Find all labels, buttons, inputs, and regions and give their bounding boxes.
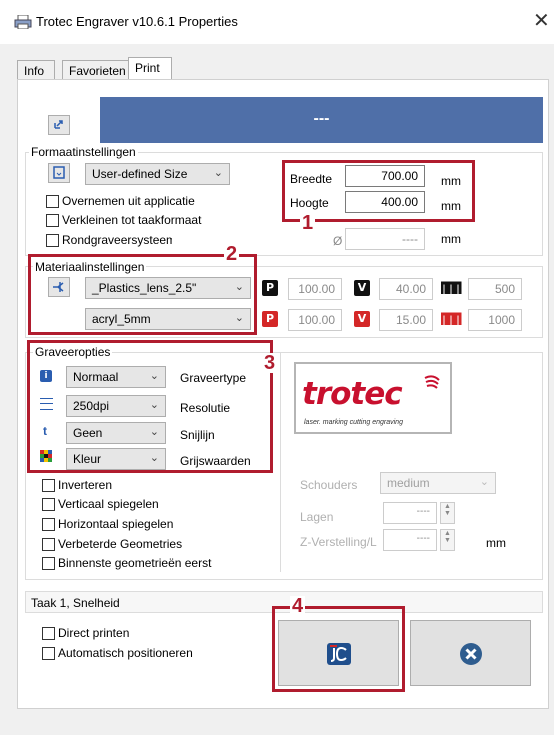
diameter-unit: mm	[441, 232, 461, 246]
annotation-box-4	[272, 606, 405, 692]
velocity-input-1[interactable]: 40.00	[379, 278, 433, 300]
checkbox-inverteren[interactable]	[42, 479, 55, 492]
checkbox-auto-position[interactable]	[42, 647, 55, 660]
size-select-value: User-defined Size	[92, 167, 188, 181]
logo-wordmark: trotec	[302, 376, 403, 412]
status-bar: ---	[100, 97, 543, 143]
annotation-number-3: 3	[262, 352, 278, 374]
annotation-box-3	[27, 340, 273, 473]
checkbox-binnenste[interactable]	[42, 557, 55, 570]
tab-info[interactable]: Info	[17, 60, 55, 80]
chevron-down-icon: ⌄	[479, 475, 489, 488]
frequency-input-2[interactable]: 1000	[468, 309, 522, 331]
checkbox-direct-printen[interactable]	[42, 627, 55, 640]
logo-subtitle: laser. marking cutting engraving	[304, 419, 403, 426]
checkbox-horizontaal-label: Horizontaal spiegelen	[58, 517, 174, 531]
frequency-icon-red	[440, 311, 463, 327]
tab-favorieten[interactable]: Favorieten	[62, 60, 134, 80]
engrave-divider	[280, 352, 281, 572]
chevron-down-icon: ⌄	[213, 166, 223, 179]
frequency-icon	[440, 280, 463, 296]
close-icon[interactable]: ✕	[533, 8, 550, 32]
tab-print[interactable]: Print	[128, 57, 172, 81]
logo-swoosh-icon	[424, 375, 440, 389]
velocity-icon: V	[354, 280, 370, 296]
velocity-icon-red: V	[354, 311, 370, 327]
checkbox-auto-position-label: Automatisch positioneren	[58, 646, 193, 660]
page-size-button[interactable]	[48, 163, 70, 183]
checkbox-horizontaal[interactable]	[42, 518, 55, 531]
power-icon-red: P	[262, 311, 278, 327]
power-input-2[interactable]: 100.00	[288, 309, 342, 331]
velocity-input-2[interactable]: 15.00	[379, 309, 433, 331]
layers-input[interactable]: ----	[383, 502, 437, 524]
z-input[interactable]: ----	[383, 529, 437, 551]
checkbox-verticaal[interactable]	[42, 498, 55, 511]
checkbox-inverteren-label: Inverteren	[58, 478, 113, 492]
size-select[interactable]: User-defined Size ⌄	[85, 163, 230, 185]
checkbox-overnemen[interactable]	[46, 195, 59, 208]
checkbox-verkleinen[interactable]	[46, 214, 59, 227]
checkbox-verticaal-label: Verticaal spiegelen	[58, 497, 159, 511]
printer-icon	[14, 15, 32, 29]
checkbox-verkleinen-label: Verkleinen tot taakformaat	[62, 213, 202, 227]
cancel-button[interactable]	[410, 620, 531, 686]
checkbox-binnenste-label: Binnenste geometrieën eerst	[58, 556, 212, 570]
diameter-input[interactable]: ----	[345, 228, 425, 250]
annotation-number-2: 2	[224, 243, 240, 265]
shoulders-value: medium	[387, 476, 430, 490]
diameter-symbol: Ø	[333, 234, 343, 248]
checkbox-direct-printen-label: Direct printen	[58, 626, 130, 640]
shoulders-select[interactable]: medium ⌄	[380, 472, 496, 494]
power-input-1[interactable]: 100.00	[288, 278, 342, 300]
shoulders-label: Schouders	[300, 478, 358, 492]
close-circle-icon	[460, 643, 482, 665]
checkbox-geometries-label: Verbeterde Geometries	[58, 537, 183, 551]
format-group-title: Formaatinstellingen	[29, 145, 138, 159]
annotation-number-1: 1	[300, 212, 316, 234]
layers-label: Lagen	[300, 510, 334, 524]
checkbox-rondgraveer[interactable]	[46, 234, 59, 247]
resize-icon	[54, 120, 63, 129]
window-title: Trotec Engraver v10.6.1 Properties	[36, 14, 238, 29]
checkbox-geometries[interactable]	[42, 538, 55, 551]
annotation-box-2	[28, 254, 257, 335]
checkbox-rondgraveer-label: Rondgraveersysteem	[62, 233, 172, 247]
checkbox-overnemen-label: Overnemen uit applicatie	[62, 194, 195, 208]
layers-spinner[interactable]: ▲ ▼	[440, 502, 455, 524]
page-icon	[53, 166, 65, 179]
resize-button[interactable]	[48, 115, 70, 135]
power-icon: P	[262, 280, 278, 296]
trotec-logo: trotec laser. marking cutting engraving	[294, 362, 452, 434]
z-label: Z-Verstelling/L	[300, 535, 377, 549]
frequency-input-1[interactable]: 500	[468, 278, 522, 300]
annotation-number-4: 4	[290, 595, 306, 617]
z-unit: mm	[486, 536, 506, 550]
z-spinner[interactable]: ▲ ▼	[440, 529, 455, 551]
